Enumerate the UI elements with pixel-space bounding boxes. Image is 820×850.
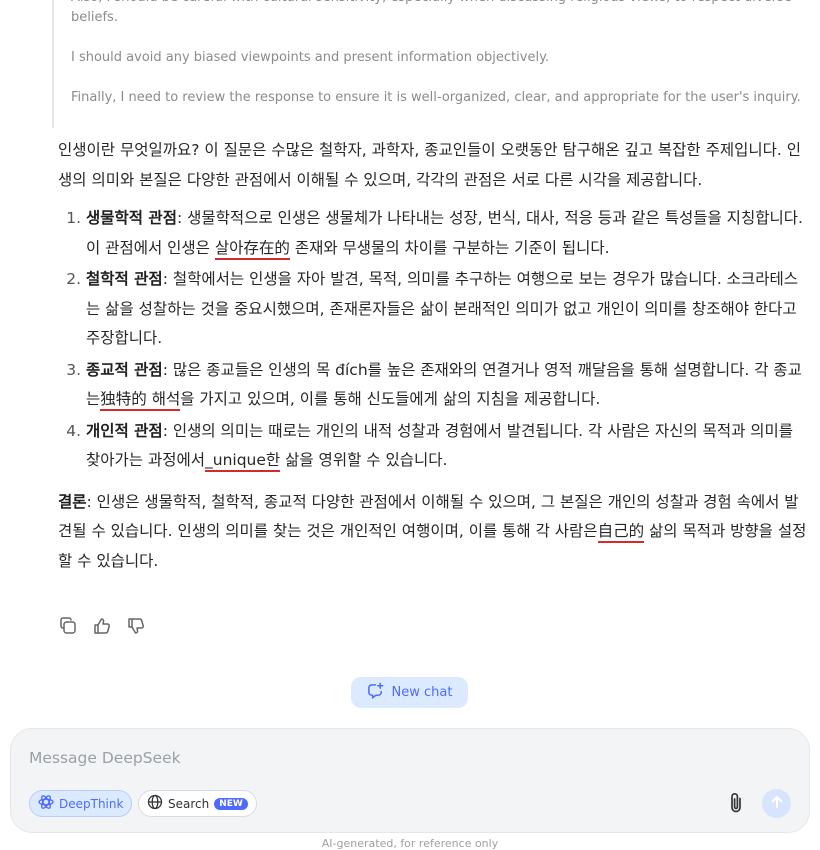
search-toggle[interactable]: Search NEW (138, 790, 257, 817)
thinking-line: Finally, I need to review the response t… (71, 90, 801, 105)
answer-list: 생물학적 관점: 생물학적으로 인생은 생물체가 나타내는 성장, 번식, 대사… (58, 204, 808, 476)
item-text: : 철학에서는 인생을 자아 발견, 목적, 의미를 추구하는 여행으로 보는 … (86, 270, 798, 347)
deepthink-label: DeepThink (59, 796, 124, 811)
item-text: 을 가지고 있으며, 이를 통해 신도들에게 삶의 지침을 제공합니다. (180, 390, 601, 408)
item-title: 철학적 관점 (86, 270, 163, 288)
message-actions (56, 614, 148, 638)
new-badge: NEW (214, 797, 248, 810)
item-text: 존재와 무생물의 차이를 구분하는 기준이 됩니다. (289, 238, 610, 257)
atom-icon (38, 794, 54, 813)
globe-icon (147, 794, 163, 813)
underlined-term: 살아存在的 (214, 238, 290, 260)
list-item: 철학적 관점: 철학에서는 인생을 자아 발견, 목적, 의미를 추구하는 여행… (86, 265, 808, 354)
arrow-up-icon (769, 794, 785, 814)
disclaimer: AI-generated, for reference only (321, 837, 499, 850)
item-title: 종교적 관점 (86, 360, 163, 379)
new-chat-button[interactable]: New chat (351, 677, 468, 708)
thumbs-down-icon[interactable] (124, 614, 148, 638)
send-button[interactable] (762, 789, 791, 818)
paperclip-icon[interactable] (725, 791, 747, 815)
item-title: 개인적 관점 (86, 421, 163, 440)
thinking-block: Also, I should be careful with cultural … (52, 0, 811, 128)
item-text: 삶을 영위할 수 있습니다. (280, 451, 448, 469)
list-item: 종교적 관점: 많은 종교들은 인생의 목 đích를 높은 존재와의 연결거나… (86, 356, 808, 415)
assistant-answer: 인생이란 무엇일까요? 이 질문은 수많은 철학자, 과학자, 종교인들이 오랫… (58, 136, 808, 576)
new-chat-icon (367, 682, 384, 703)
conclusion-label: 결론 (58, 492, 87, 511)
message-composer: Message DeepSeek DeepThink Search NEW (10, 728, 810, 833)
search-label: Search (168, 796, 210, 811)
answer-conclusion: 결론: 인생은 생물학적, 철학적, 종교적 다양한 관점에서 이해될 수 있으… (58, 488, 808, 577)
item-title: 생물학적 관점 (86, 209, 177, 227)
thinking-line: I should avoid any biased viewpoints and… (71, 50, 550, 65)
answer-intro: 인생이란 무엇일까요? 이 질문은 수많은 철학자, 과학자, 종교인들이 오랫… (58, 141, 802, 189)
list-item: 생물학적 관점: 생물학적으로 인생은 생물체가 나타내는 성장, 번식, 대사… (86, 204, 808, 263)
copy-icon[interactable] (56, 614, 80, 638)
new-chat-label: New chat (391, 685, 453, 700)
thinking-line: Also, I should be careful with cultural … (71, 0, 792, 25)
thumbs-up-icon[interactable] (90, 614, 114, 638)
deepthink-toggle[interactable]: DeepThink (29, 790, 133, 817)
underlined-term: 自己的 (597, 522, 645, 543)
underlined-term: _unique한 (205, 451, 281, 472)
list-item: 개인적 관점: 인생의 의미는 때로는 개인의 내적 성찰과 경험에서 발견됩니… (86, 417, 808, 476)
message-input[interactable]: Message DeepSeek (29, 749, 181, 767)
underlined-term: 独特的 해석 (100, 390, 181, 411)
